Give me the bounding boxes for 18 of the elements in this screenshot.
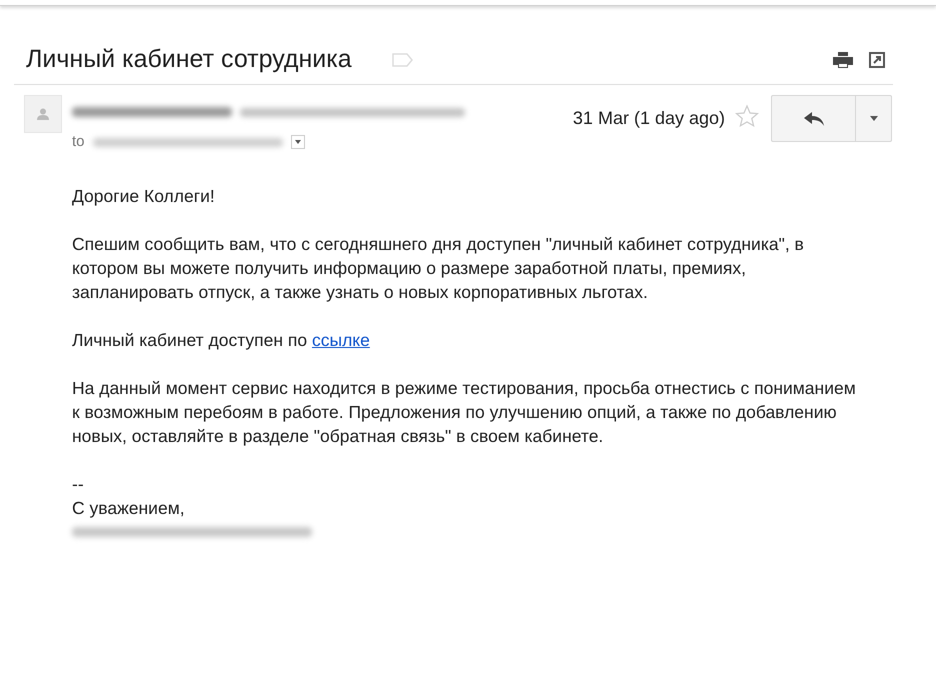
print-icon[interactable]: [832, 51, 854, 69]
greeting-text: Дорогие Коллеги!: [72, 184, 215, 208]
signature-separator: --: [72, 472, 84, 496]
new-window-icon[interactable]: [868, 51, 886, 69]
closing-text: С уважением,: [72, 496, 185, 520]
body-paragraph: Спешим сообщить вам, что с сегодняшнего дня доступен "личный кабинет сотрудника", в котором вы можете получить информацию о размере заработной платы, премиях, запланировать отпуск, а также узнать о новых корпоративных льготах.: [72, 232, 805, 304]
email-subject: Личный кабинет сотрудника: [26, 44, 352, 76]
to-label: to: [72, 132, 85, 152]
reply-icon: [804, 112, 824, 126]
link[interactable]: ссылке: [312, 330, 370, 350]
details-dropdown[interactable]: [290, 135, 305, 150]
body-paragraph: Личный кабинет доступен по ссылке: [72, 328, 370, 352]
body-paragraph: На данный момент сервис находится в режиме тестирования, просьба отнестись с пониманием к возможным перебоям в работе. Предложения по улучшению опций, а также по добавлению новых, оставляйте в разделе "обратная связь" в своем кабинете.: [72, 376, 857, 448]
caret-icon: [294, 140, 301, 144]
caret-icon: [870, 116, 878, 121]
message-date: 31 Mar (1 day ago): [572, 107, 725, 130]
star-icon[interactable]: [735, 104, 759, 128]
person-icon: [37, 108, 49, 120]
